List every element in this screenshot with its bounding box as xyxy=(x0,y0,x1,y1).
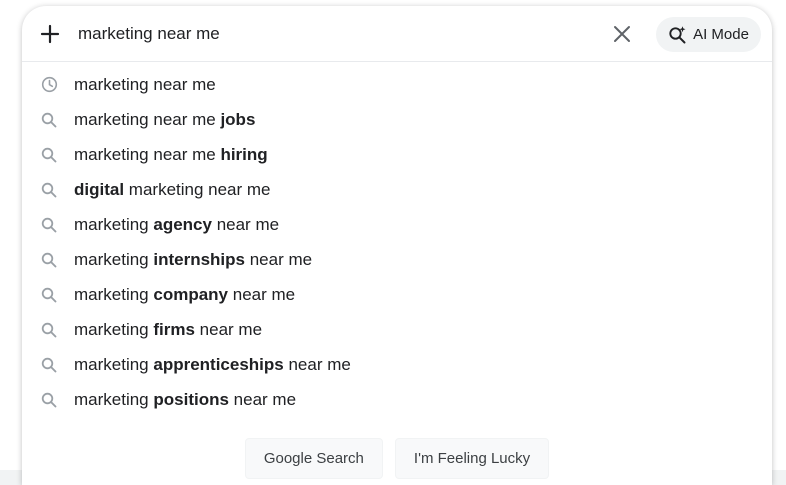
suggestion-highlight: internships xyxy=(153,250,245,270)
search-dropdown: AI Mode marketing near memarketing near … xyxy=(22,6,772,485)
suggestion-item[interactable]: marketing near me hiring xyxy=(22,137,772,172)
suggestion-item[interactable]: marketing apprenticeships near me xyxy=(22,348,772,383)
suggestion-text: digital marketing near me xyxy=(74,180,271,200)
suggestion-item[interactable]: marketing positions near me xyxy=(22,383,772,418)
plus-icon xyxy=(40,24,60,44)
ai-mode-button[interactable]: AI Mode xyxy=(656,17,761,52)
suggestion-segment: marketing near me xyxy=(124,179,271,199)
search-icon xyxy=(40,251,58,269)
search-icon xyxy=(40,286,58,304)
suggestion-text: marketing positions near me xyxy=(74,390,296,410)
suggestion-text: marketing internships near me xyxy=(74,250,312,270)
suggestion-item[interactable]: marketing internships near me xyxy=(22,242,772,277)
suggestion-item[interactable]: digital marketing near me xyxy=(22,172,772,207)
suggestion-item[interactable]: marketing agency near me xyxy=(22,207,772,242)
suggestion-highlight: jobs xyxy=(220,109,256,129)
search-buttons: Google Search I'm Feeling Lucky xyxy=(22,438,772,479)
suggestion-item[interactable]: marketing company near me xyxy=(22,278,772,313)
search-icon xyxy=(40,356,58,374)
suggestion-segment: marketing near me xyxy=(74,144,221,164)
suggestion-highlight: agency xyxy=(153,214,212,234)
suggestion-text: marketing near me xyxy=(74,75,216,95)
suggestion-text: marketing near me hiring xyxy=(74,145,268,165)
ai-sparkle-search-icon xyxy=(669,26,686,44)
google-search-button[interactable]: Google Search xyxy=(244,438,383,479)
suggestion-segment: near me xyxy=(245,250,313,270)
suggestion-list: marketing near me marketing near me jobs m… xyxy=(22,67,772,418)
suggestion-highlight: company xyxy=(153,285,229,305)
search-icon xyxy=(40,321,58,339)
search-icon xyxy=(40,391,58,409)
search-input[interactable] xyxy=(78,20,598,48)
suggestion-segment: marketing near me xyxy=(74,109,221,129)
search-bar: AI Mode xyxy=(22,6,772,62)
suggestion-segment: marketing xyxy=(74,250,154,270)
search-icon xyxy=(40,111,58,129)
suggestion-segment: near me xyxy=(211,214,280,234)
suggestion-item[interactable]: marketing near me jobs xyxy=(22,102,772,137)
suggestion-text: marketing firms near me xyxy=(74,320,262,340)
suggestion-segment: marketing near me xyxy=(74,74,216,94)
history-clock-icon xyxy=(40,76,58,94)
suggestion-segment: marketing xyxy=(74,214,154,234)
suggestion-segment: near me xyxy=(283,355,351,375)
search-icon xyxy=(40,146,58,164)
suggestion-segment: marketing xyxy=(74,285,154,305)
suggestion-text: marketing near me jobs xyxy=(74,110,255,130)
suggestion-highlight: hiring xyxy=(220,144,268,164)
suggestion-text: marketing company near me xyxy=(74,285,295,305)
search-icon xyxy=(40,181,58,199)
suggestion-text: marketing agency near me xyxy=(74,215,279,235)
suggestion-item[interactable]: marketing firms near me xyxy=(22,313,772,348)
suggestion-segment: marketing xyxy=(74,320,154,340)
close-icon xyxy=(614,26,630,42)
suggestion-highlight: digital xyxy=(74,179,125,199)
clear-search-button[interactable] xyxy=(608,20,636,48)
ai-mode-label: AI Mode xyxy=(693,26,749,43)
feeling-lucky-button[interactable]: I'm Feeling Lucky xyxy=(394,438,550,479)
suggestion-highlight: positions xyxy=(153,390,229,410)
suggestion-segment: marketing xyxy=(74,390,154,410)
suggestion-highlight: firms xyxy=(153,320,195,340)
suggestion-highlight: apprenticeships xyxy=(153,355,284,375)
suggestion-segment: marketing xyxy=(74,355,154,375)
suggestion-segment: near me xyxy=(228,285,296,305)
add-button[interactable] xyxy=(36,20,64,48)
suggestion-segment: near me xyxy=(194,320,263,340)
suggestion-segment: near me xyxy=(228,390,297,410)
suggestion-item[interactable]: marketing near me xyxy=(22,67,772,102)
search-icon xyxy=(40,216,58,234)
suggestion-text: marketing apprenticeships near me xyxy=(74,355,351,375)
